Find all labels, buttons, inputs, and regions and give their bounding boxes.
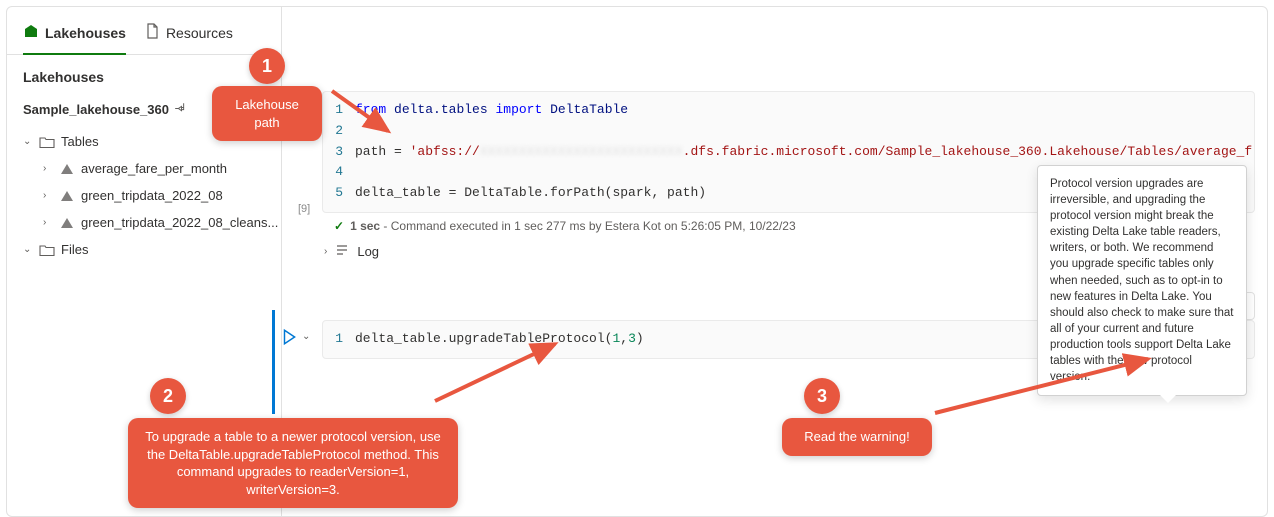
delta-table-icon [59, 216, 75, 230]
delta-table-icon [59, 189, 75, 203]
log-icon [335, 243, 349, 260]
check-icon: ✓ [334, 219, 344, 233]
code-line: path = 'abfss://XXXXXXXXXXXXXXXXXXXXXXXX… [355, 142, 1254, 163]
tree-table-item[interactable]: › green_tripdata_2022_08 [7, 182, 281, 209]
run-dropdown[interactable]: ⌄ [302, 331, 310, 342]
tab-resources[interactable]: Resources [144, 23, 233, 48]
chevron-right-icon: › [43, 217, 53, 228]
chevron-right-icon: › [324, 246, 327, 257]
line-number: 5 [323, 183, 355, 204]
file-icon [144, 23, 160, 42]
tree-files-label: Files [61, 242, 88, 257]
tree-table-item[interactable]: › average_fare_per_month [7, 155, 281, 182]
annotation-badge: 3 [804, 378, 840, 414]
folder-icon [39, 243, 55, 257]
delta-table-icon [59, 162, 75, 176]
tab-lakehouses[interactable]: Lakehouses [23, 23, 126, 48]
tree-table-label: green_tripdata_2022_08 [81, 188, 223, 203]
tree-table-label: green_tripdata_2022_08_cleans... [81, 215, 278, 230]
annotation-1: 1 Lakehouse path [212, 48, 322, 141]
annotation-2: 2 To upgrade a table to a newer protocol… [128, 378, 458, 508]
tab-lakehouses-label: Lakehouses [45, 25, 126, 41]
log-label: Log [357, 244, 379, 259]
code-line: from delta.tables import DeltaTable [355, 100, 1254, 121]
annotation-3: 3 Read the warning! [782, 378, 932, 456]
run-cell-button[interactable] [280, 328, 298, 346]
tree-table-item[interactable]: › green_tripdata_2022_08_cleans... [7, 209, 281, 236]
line-number: 1 [323, 329, 355, 350]
cell-index: [9] [298, 203, 310, 215]
annotation-text: Lakehouse path [212, 86, 322, 141]
code-line [355, 121, 1254, 142]
lakehouse-icon [23, 23, 39, 42]
annotation-arrow [930, 351, 1160, 421]
status-time: 1 sec [350, 219, 380, 233]
annotation-text: Read the warning! [782, 418, 932, 456]
chevron-down-icon: ⌄ [23, 136, 33, 147]
annotation-arrow [330, 86, 400, 146]
chevron-down-icon: ⌄ [23, 244, 33, 255]
tab-resources-label: Resources [166, 25, 233, 41]
annotation-text: To upgrade a table to a newer protocol v… [128, 418, 458, 508]
pin-icon[interactable] [175, 102, 187, 117]
chevron-right-icon: › [43, 163, 53, 174]
status-details: - Command executed in 1 sec 277 ms by Es… [380, 219, 796, 233]
tree-files[interactable]: ⌄ Files [7, 236, 281, 263]
tree-table-label: average_fare_per_month [81, 161, 227, 176]
annotation-badge: 1 [249, 48, 285, 84]
tree-tables-label: Tables [61, 134, 99, 149]
lakehouse-name: Sample_lakehouse_360 [23, 102, 169, 117]
line-number: 4 [323, 162, 355, 183]
folder-icon [39, 135, 55, 149]
tree: ⌄ Tables › average_fare_per_month › gree… [7, 126, 281, 265]
annotation-badge: 2 [150, 378, 186, 414]
chevron-right-icon: › [43, 190, 53, 201]
